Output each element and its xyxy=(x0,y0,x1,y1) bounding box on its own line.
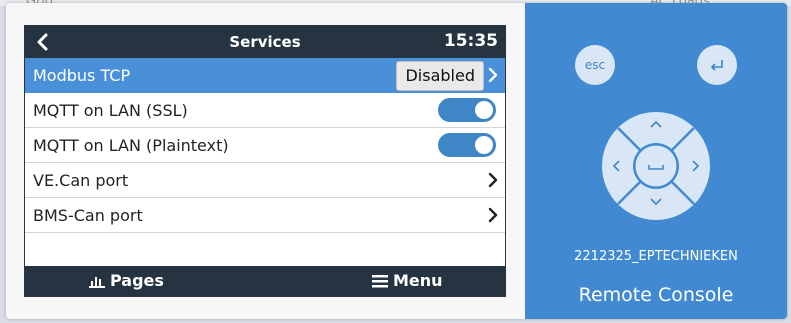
esc-button[interactable]: esc xyxy=(575,45,615,85)
menu-button[interactable]: Menu xyxy=(372,271,443,290)
menu-label: Menu xyxy=(393,271,443,290)
row-modbus-tcp[interactable]: Modbus TCP Disabled xyxy=(25,58,505,93)
chevron-right-icon xyxy=(488,207,498,223)
bar-chart-icon xyxy=(89,276,105,288)
device-screen: Services 15:35 Modbus TCP Disabled MQTT … xyxy=(24,25,506,297)
dpad-center-button[interactable] xyxy=(641,151,671,181)
mqtt-plaintext-toggle[interactable] xyxy=(438,133,496,157)
dpad-up-button[interactable] xyxy=(646,115,666,133)
remote-control-panel: esc 2212325_EPTECHNIEKEN Remote Console xyxy=(525,3,787,319)
chevron-left-icon xyxy=(612,160,620,172)
chevron-down-icon xyxy=(650,198,662,206)
row-label: MQTT on LAN (SSL) xyxy=(33,101,188,120)
esc-label: esc xyxy=(584,58,606,72)
space-icon xyxy=(648,165,664,170)
bottom-bar: Pages Menu xyxy=(25,266,505,296)
enter-button[interactable] xyxy=(697,45,737,85)
clock: 15:35 xyxy=(443,31,498,51)
toggle-knob xyxy=(475,101,493,119)
dpad-right-button[interactable] xyxy=(687,156,705,176)
return-icon xyxy=(710,60,723,71)
chevron-up-icon xyxy=(650,120,662,128)
modbus-status-value: Disabled xyxy=(396,61,484,91)
row-label: Modbus TCP xyxy=(33,66,131,85)
pages-button[interactable]: Pages xyxy=(89,271,164,290)
hamburger-icon xyxy=(372,274,388,287)
chevron-right-icon xyxy=(488,172,498,188)
title-bar: Services 15:35 xyxy=(25,26,505,58)
row-bmscan-port[interactable]: BMS-Can port xyxy=(25,198,505,233)
chevron-right-icon xyxy=(488,67,498,83)
page-title: Services xyxy=(229,33,301,51)
chevron-right-icon xyxy=(692,160,700,172)
row-mqtt-plaintext: MQTT on LAN (Plaintext) xyxy=(25,128,505,163)
row-vecan-port[interactable]: VE.Can port xyxy=(25,163,505,198)
mqtt-ssl-toggle[interactable] xyxy=(438,98,496,122)
row-label: BMS-Can port xyxy=(33,206,143,225)
dpad-left-button[interactable] xyxy=(607,156,625,176)
remote-console-modal: Services 15:35 Modbus TCP Disabled MQTT … xyxy=(6,3,787,319)
device-name: 2212325_EPTECHNIEKEN xyxy=(574,249,738,264)
row-label: MQTT on LAN (Plaintext) xyxy=(33,136,229,155)
row-mqtt-ssl: MQTT on LAN (SSL) xyxy=(25,93,505,128)
dpad-down-button[interactable] xyxy=(646,193,666,211)
remote-console-label: Remote Console xyxy=(578,284,734,306)
toggle-knob xyxy=(475,136,493,154)
services-list: Modbus TCP Disabled MQTT on LAN (SSL) MQ… xyxy=(25,58,505,233)
pages-label: Pages xyxy=(110,271,164,290)
row-label: VE.Can port xyxy=(33,171,129,190)
